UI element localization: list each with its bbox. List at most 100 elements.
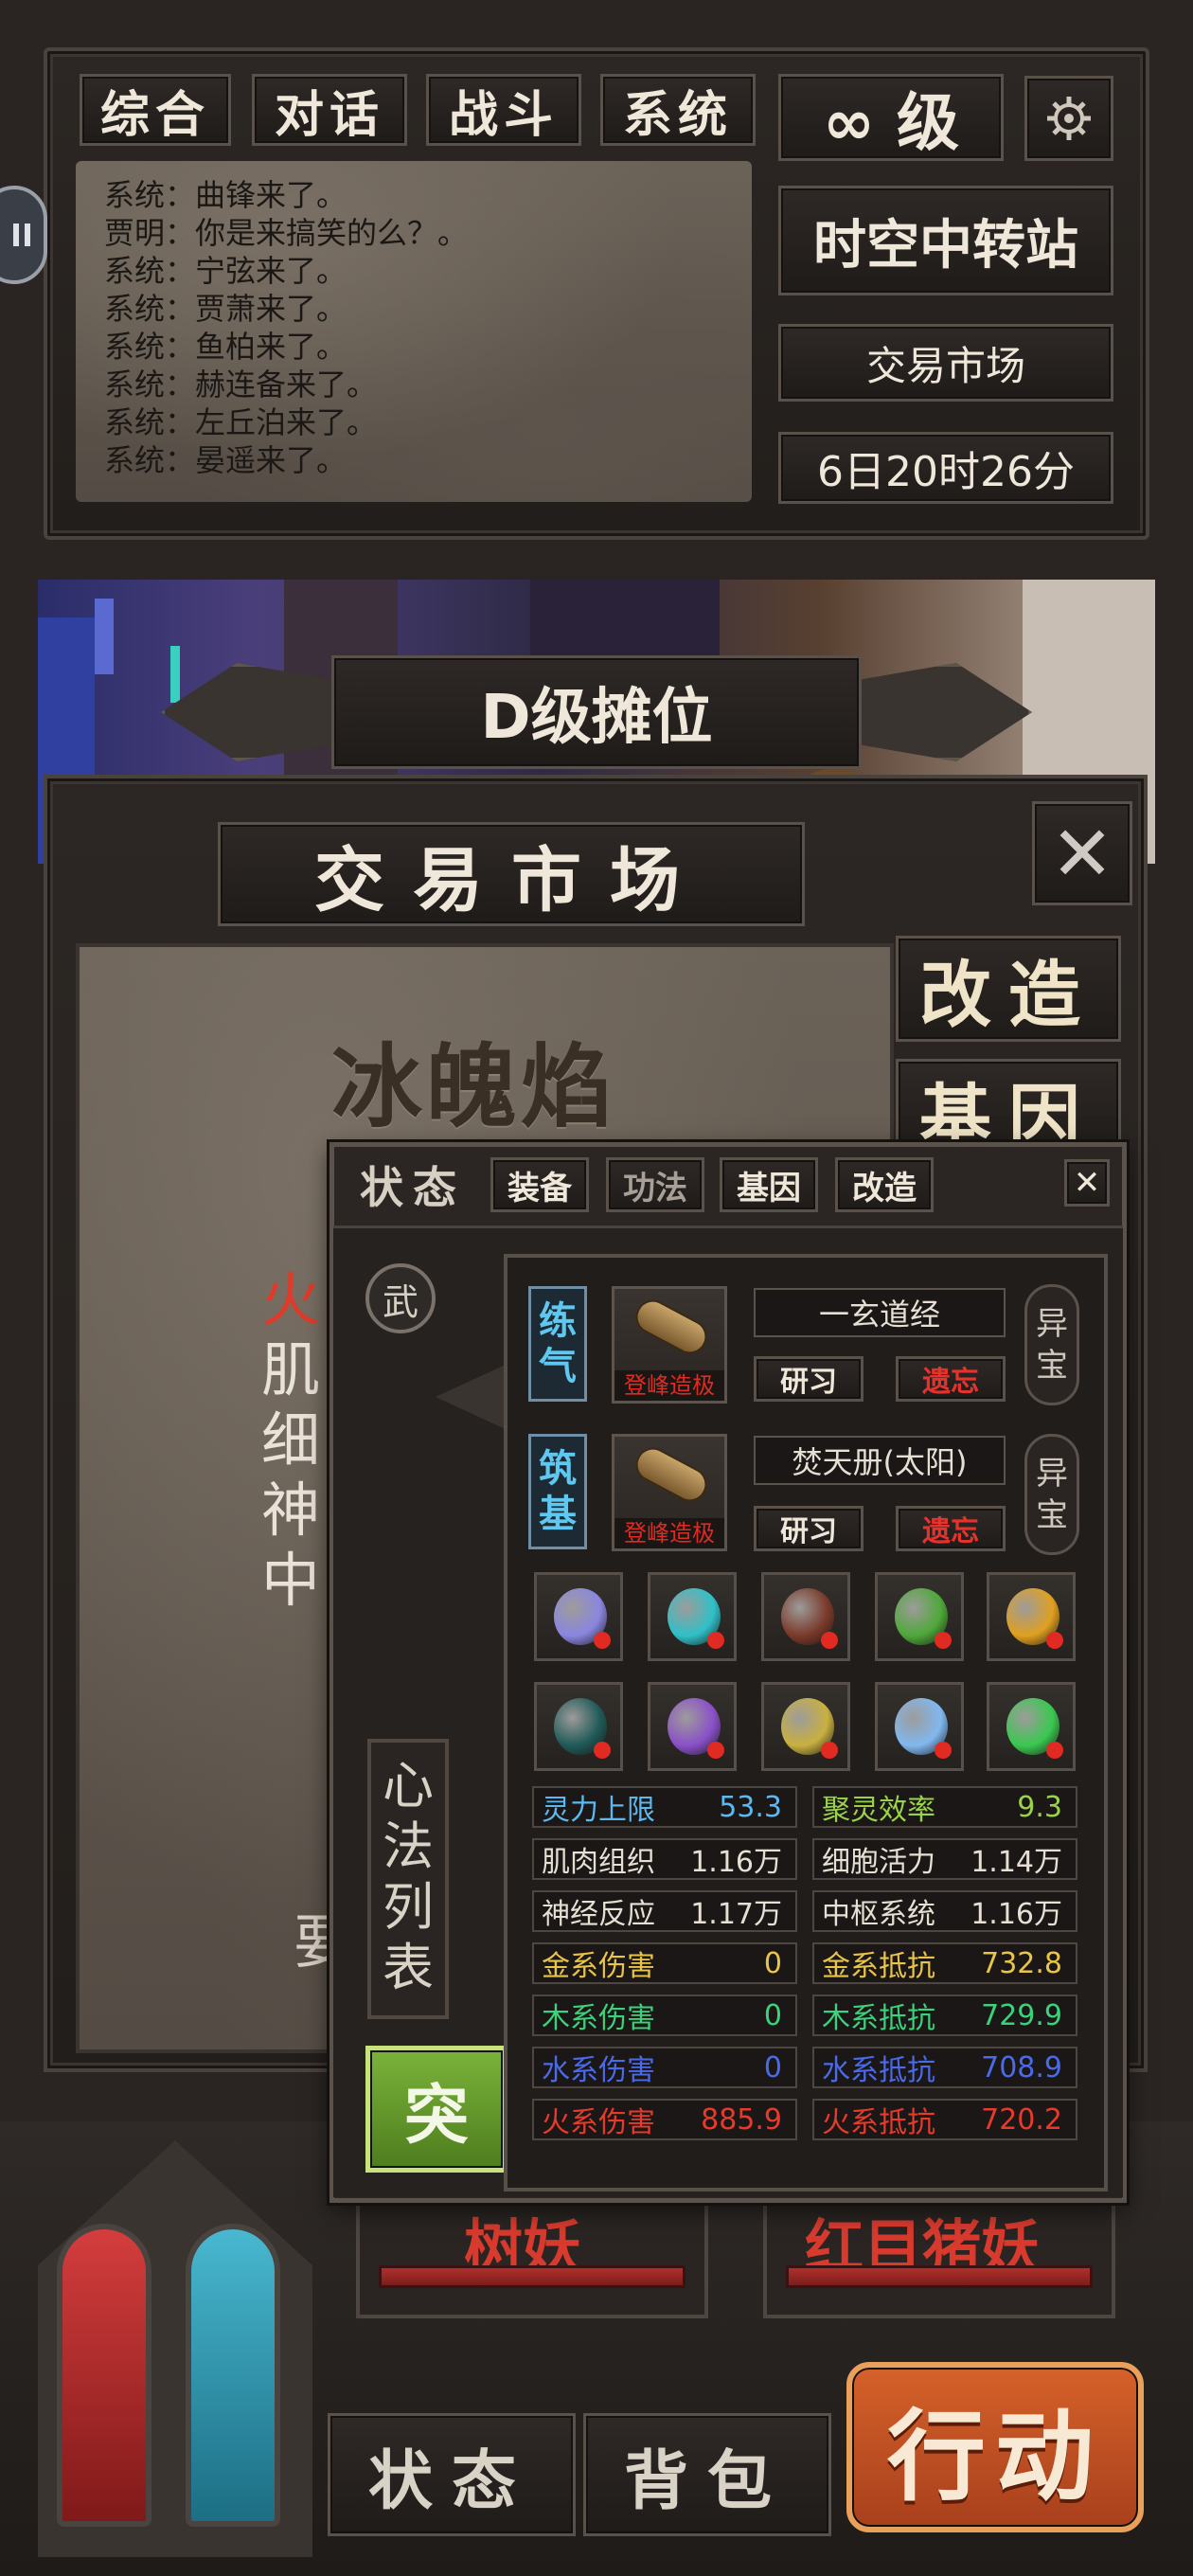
- stat-label: 聚灵效率: [822, 1794, 935, 1827]
- tab-gene[interactable]: 基因: [720, 1157, 818, 1212]
- gear-icon: [1047, 97, 1091, 140]
- stat-value: 732.8: [981, 1946, 1062, 1980]
- stat-value: 0: [763, 1946, 782, 1980]
- tab-battle[interactable]: 战斗: [426, 74, 581, 146]
- stat-row: 聚灵效率 9.3: [812, 1786, 1077, 1828]
- tab-reform[interactable]: 改造: [835, 1157, 934, 1212]
- stat-row: 火系抵抗 720.2: [812, 2099, 1077, 2140]
- chat-line: 贾明：你是来搞笑的么？。: [104, 215, 469, 251]
- gem-slot[interactable]: [534, 1682, 623, 1771]
- stat-value: 720.2: [981, 2102, 1062, 2137]
- tab-equipment[interactable]: 装备: [490, 1157, 589, 1212]
- monster-hp-bar: [786, 2265, 1093, 2288]
- tab-system[interactable]: 系统: [600, 74, 756, 146]
- chat-line: 系统：曲锋来了。: [104, 177, 347, 213]
- pause-handle[interactable]: [0, 186, 47, 284]
- bag-button[interactable]: 背包: [583, 2413, 831, 2536]
- stat-row: 金系抵抗 732.8: [812, 1942, 1077, 1984]
- mastery-label: 登峰造极: [614, 1518, 724, 1548]
- red-dot-icon: [821, 1632, 838, 1649]
- martial-badge[interactable]: 武: [365, 1263, 436, 1333]
- technique-scroll-slot[interactable]: 登峰造极: [612, 1434, 727, 1551]
- forget-button[interactable]: 遗忘: [896, 1506, 1006, 1551]
- location-label: 交易市场: [778, 324, 1113, 402]
- stat-value: 729.9: [981, 1998, 1062, 2032]
- stat-label: 细胞活力: [822, 1846, 935, 1879]
- stat-value: 1.14万: [970, 1846, 1062, 1879]
- technique-name: 一玄道经: [754, 1288, 1006, 1337]
- tab-general[interactable]: 综合: [80, 74, 231, 146]
- item-desc-line: 肌: [261, 1335, 321, 1404]
- settings-button[interactable]: [1024, 76, 1113, 161]
- close-overlay-button[interactable]: ✕: [1064, 1159, 1110, 1207]
- treasure-tag[interactable]: 异宝: [1024, 1434, 1079, 1555]
- study-button[interactable]: 研习: [754, 1506, 864, 1551]
- stat-label: 神经反应: [542, 1898, 655, 1931]
- gem-slot[interactable]: [761, 1682, 850, 1771]
- stat-label: 金系抵抗: [822, 1950, 935, 1983]
- stat-row: 灵力上限 53.3: [532, 1786, 797, 1828]
- chat-line: 系统：左丘泊来了。: [104, 404, 378, 440]
- treasure-tag[interactable]: 异宝: [1024, 1284, 1079, 1405]
- item-desc-line: 神: [261, 1476, 321, 1545]
- gem-slot[interactable]: [875, 1682, 964, 1771]
- forget-button[interactable]: 遗忘: [896, 1356, 1006, 1402]
- stat-value: 53.3: [719, 1790, 782, 1824]
- level-badge: ∞ 级: [778, 74, 1004, 161]
- stat-row: 火系伤害 885.9: [532, 2099, 797, 2140]
- stat-label: 木系抵抗: [822, 2002, 935, 2035]
- game-time: 6日20时26分: [778, 432, 1113, 504]
- realm-tag: 练气: [528, 1286, 587, 1402]
- action-button[interactable]: 行动: [846, 2362, 1144, 2532]
- stat-label: 水系伤害: [542, 2054, 655, 2087]
- red-dot-icon: [935, 1742, 952, 1759]
- stat-label: 水系抵抗: [822, 2054, 935, 2087]
- close-market-button[interactable]: ✕: [1032, 801, 1132, 905]
- stat-label: 金系伤害: [542, 1950, 655, 1983]
- close-icon: ✕: [1073, 1164, 1101, 1202]
- reform-button[interactable]: 改造: [896, 936, 1121, 1042]
- gem-slot[interactable]: [534, 1572, 623, 1661]
- stat-row: 中枢系统 1.16万: [812, 1890, 1077, 1932]
- chat-log[interactable]: 系统：曲锋来了。 贾明：你是来搞笑的么？。 系统：宁弦来了。 系统：贾萧来了。 …: [76, 161, 752, 502]
- stat-row: 金系伤害 0: [532, 1942, 797, 1984]
- technique-name: 焚天册(太阳): [754, 1436, 1006, 1485]
- stat-row: 水系伤害 0: [532, 2047, 797, 2088]
- stat-label: 中枢系统: [822, 1898, 935, 1931]
- tab-skill[interactable]: 功法: [606, 1157, 704, 1212]
- status-button[interactable]: 状态: [328, 2413, 576, 2536]
- item-desc-line: 细: [261, 1405, 321, 1475]
- gem-slot[interactable]: [648, 1682, 737, 1771]
- heart-technique-list-button[interactable]: 心法列表: [367, 1739, 449, 2019]
- scroll-icon: [630, 1441, 713, 1508]
- gem-slot[interactable]: [987, 1572, 1076, 1661]
- stat-value: 9.3: [1017, 1790, 1062, 1824]
- gem-slot[interactable]: [648, 1572, 737, 1661]
- red-dot-icon: [594, 1632, 611, 1649]
- technique-scroll-slot[interactable]: 登峰造极: [612, 1286, 727, 1404]
- red-dot-icon: [821, 1742, 838, 1759]
- stat-label: 灵力上限: [542, 1794, 655, 1827]
- gem-slot[interactable]: [875, 1572, 964, 1661]
- red-dot-icon: [707, 1742, 724, 1759]
- gem-slot[interactable]: [987, 1682, 1076, 1771]
- study-button[interactable]: 研习: [754, 1356, 864, 1402]
- gem-slot[interactable]: [761, 1572, 850, 1661]
- close-icon: ✕: [1050, 809, 1114, 898]
- tab-status[interactable]: 状态: [347, 1157, 479, 1213]
- red-dot-icon: [1046, 1632, 1063, 1649]
- stat-label: 火系抵抗: [822, 2106, 935, 2139]
- chat-line: 系统：贾萧来了。: [104, 291, 347, 327]
- mastery-label: 登峰造极: [614, 1370, 724, 1401]
- stat-row: 细胞活力 1.14万: [812, 1838, 1077, 1880]
- red-dot-icon: [935, 1632, 952, 1649]
- hp-vial: [57, 2224, 151, 2527]
- stat-row: 木系抵抗 729.9: [812, 1995, 1077, 2036]
- tab-dialogue[interactable]: 对话: [252, 74, 407, 146]
- stat-row: 肌肉组织 1.16万: [532, 1838, 797, 1880]
- market-title: 交易市场: [218, 822, 805, 926]
- stat-row: 神经反应 1.17万: [532, 1890, 797, 1932]
- chat-line: 系统：赫连备来了。: [104, 367, 378, 402]
- breakthrough-button[interactable]: 突: [365, 2046, 507, 2173]
- realm-tag: 筑基: [528, 1434, 587, 1549]
